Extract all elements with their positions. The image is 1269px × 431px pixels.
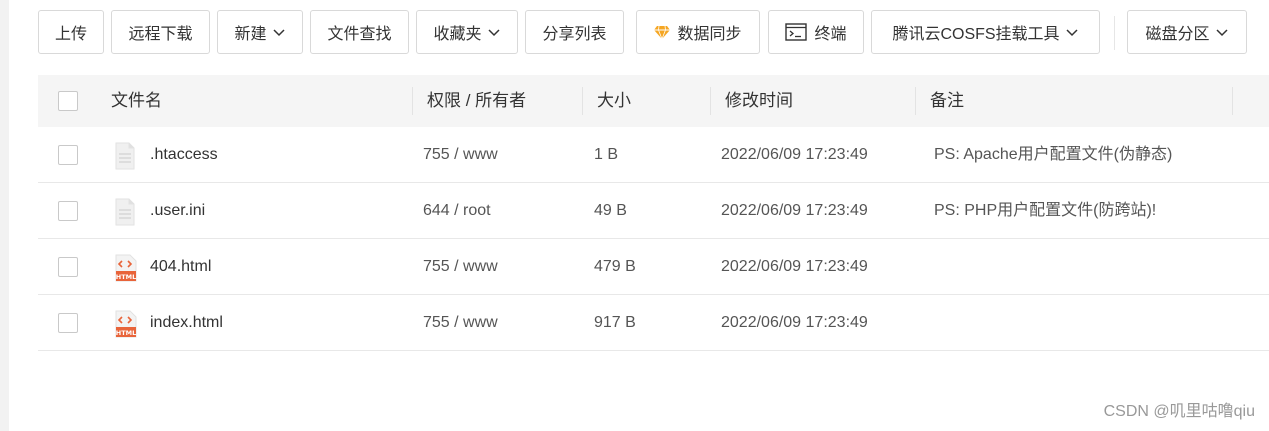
file-name[interactable]: 404.html xyxy=(150,239,211,295)
file-modified-time: 2022/06/09 17:23:49 xyxy=(721,146,868,163)
column-header-permission[interactable]: 权限 / 所有者 xyxy=(427,75,526,127)
row-checkbox[interactable] xyxy=(58,201,78,221)
upload-button-label: 上传 xyxy=(54,26,87,43)
terminal-button[interactable]: 终端 xyxy=(768,10,864,54)
text-file-icon xyxy=(115,142,135,170)
table-row[interactable]: .htaccess 755 / www 1 B 2022/06/09 17:23… xyxy=(38,127,1269,183)
file-name[interactable]: .user.ini xyxy=(150,183,205,239)
left-panel-edge xyxy=(0,0,9,431)
remote-download-button-label: 远程下载 xyxy=(128,26,193,43)
data-sync-button-label: 数据同步 xyxy=(677,26,742,43)
html-icon-label: HTML xyxy=(116,329,136,337)
file-permission[interactable]: 644 / root xyxy=(423,183,491,239)
file-size: 479 B xyxy=(594,258,636,275)
select-all-checkbox[interactable] xyxy=(58,91,78,111)
file-name[interactable]: .htaccess xyxy=(150,127,218,183)
disk-partition-button-label: 磁盘分区 xyxy=(1145,26,1210,43)
terminal-button-label: 终端 xyxy=(814,26,847,43)
column-header-size[interactable]: 大小 xyxy=(597,75,631,127)
remote-download-button[interactable]: 远程下载 xyxy=(111,10,210,54)
column-separator xyxy=(710,87,711,115)
row-checkbox[interactable] xyxy=(58,145,78,165)
file-modified-time: 2022/06/09 17:23:49 xyxy=(721,314,868,331)
file-name[interactable]: index.html xyxy=(150,295,223,351)
row-checkbox[interactable] xyxy=(58,313,78,333)
upload-button[interactable]: 上传 xyxy=(38,10,104,54)
chevron-down-icon xyxy=(272,27,286,37)
table-row[interactable]: HTML 404.html 755 / www 479 B 2022/06/09… xyxy=(38,239,1269,295)
toolbar-divider xyxy=(1114,16,1115,50)
column-separator xyxy=(412,87,413,115)
chevron-down-icon xyxy=(1065,27,1079,37)
file-search-button[interactable]: 文件查找 xyxy=(310,10,409,54)
gem-icon xyxy=(654,25,671,39)
file-permission[interactable]: 755 / www xyxy=(423,127,498,183)
share-list-button-label: 分享列表 xyxy=(542,26,607,43)
row-checkbox[interactable] xyxy=(58,257,78,277)
file-modified-time: 2022/06/09 17:23:49 xyxy=(721,258,868,275)
cosfs-tool-button-label: 腾讯云COSFS挂载工具 xyxy=(892,26,1060,43)
file-search-button-label: 文件查找 xyxy=(327,26,392,43)
new-button-label: 新建 xyxy=(234,26,267,43)
html-icon-label: HTML xyxy=(116,273,136,281)
text-file-icon xyxy=(115,198,135,226)
file-toolbar: 上传 远程下载 新建 文件查找 收藏夹 分享列表 数据同步 终端 腾讯云COSF… xyxy=(38,10,1258,56)
column-separator xyxy=(1232,87,1233,115)
column-header-name[interactable]: 文件名 xyxy=(111,75,162,127)
column-header-modified[interactable]: 修改时间 xyxy=(725,75,793,127)
file-remark[interactable]: PS: PHP用户配置文件(防跨站)! xyxy=(934,183,1156,239)
new-dropdown-button[interactable]: 新建 xyxy=(217,10,303,54)
html-file-icon: HTML xyxy=(115,254,137,282)
table-row[interactable]: HTML index.html 755 / www 917 B 2022/06/… xyxy=(38,295,1269,351)
share-list-button[interactable]: 分享列表 xyxy=(525,10,624,54)
file-size: 917 B xyxy=(594,314,636,331)
file-permission[interactable]: 755 / www xyxy=(423,295,498,351)
file-table: 文件名 权限 / 所有者 大小 修改时间 备注 .htaccess 755 / … xyxy=(38,75,1269,351)
file-permission[interactable]: 755 / www xyxy=(423,239,498,295)
column-separator xyxy=(582,87,583,115)
html-file-icon: HTML xyxy=(115,310,137,338)
watermark: CSDN @叽里咕噜qiu xyxy=(1103,403,1255,420)
chevron-down-icon xyxy=(1215,27,1229,37)
file-size: 49 B xyxy=(594,202,627,219)
file-size: 1 B xyxy=(594,146,619,163)
cosfs-tool-dropdown-button[interactable]: 腾讯云COSFS挂载工具 xyxy=(871,10,1100,54)
chevron-down-icon xyxy=(487,27,501,37)
data-sync-button[interactable]: 数据同步 xyxy=(636,10,760,54)
column-separator xyxy=(915,87,916,115)
file-modified-time: 2022/06/09 17:23:49 xyxy=(721,202,868,219)
terminal-icon xyxy=(785,23,808,41)
table-row[interactable]: .user.ini 644 / root 49 B 2022/06/09 17:… xyxy=(38,183,1269,239)
favorites-button-label: 收藏夹 xyxy=(433,26,482,43)
file-remark[interactable]: PS: Apache用户配置文件(伪静态) xyxy=(934,127,1172,183)
disk-partition-dropdown-button[interactable]: 磁盘分区 xyxy=(1127,10,1247,54)
table-header: 文件名 权限 / 所有者 大小 修改时间 备注 xyxy=(38,75,1269,127)
favorites-dropdown-button[interactable]: 收藏夹 xyxy=(416,10,518,54)
column-header-remark: 备注 xyxy=(930,91,964,110)
